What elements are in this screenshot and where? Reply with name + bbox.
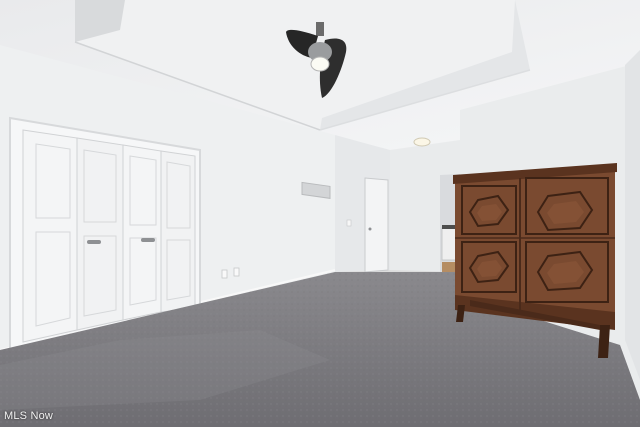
door-knob (368, 227, 372, 231)
watermark-text: MLS Now (4, 410, 54, 422)
outlet (221, 269, 228, 279)
hallway-door[interactable] (364, 177, 389, 273)
closet-door-1[interactable] (22, 129, 78, 343)
closet-handle-right[interactable] (141, 238, 155, 242)
room-photo: MLS Now (0, 0, 640, 427)
closet-door-3[interactable] (122, 144, 162, 321)
ceiling-light (413, 137, 431, 147)
closet-handle-left[interactable] (87, 240, 101, 244)
room-illustration (0, 0, 640, 427)
outlet (233, 267, 240, 277)
